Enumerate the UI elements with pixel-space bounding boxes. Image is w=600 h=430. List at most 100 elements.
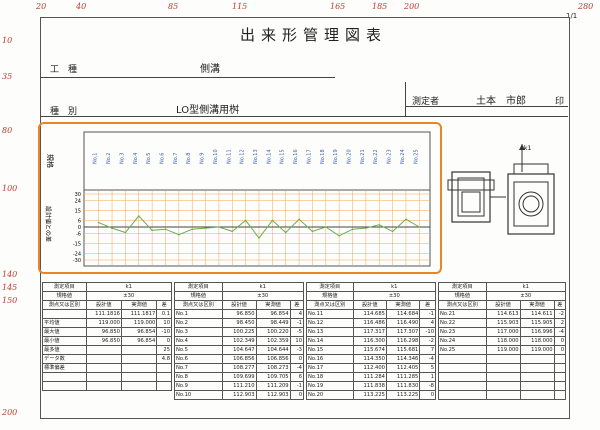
data-point [218, 226, 220, 228]
table-row: 平均値 119.000 119.000 10 [42, 318, 172, 328]
ruler-mark: 200 [404, 2, 420, 11]
ruler-mark: 140 [2, 270, 18, 279]
data-point [405, 218, 407, 221]
table-row: No.13 117.317 117.307 -10 [306, 327, 436, 337]
table-row: No.25 119.000 119.000 0 [438, 345, 567, 355]
ruler-mark: 35 [2, 72, 13, 81]
data-point [325, 226, 327, 228]
x-tick-label: No.15 [280, 149, 286, 164]
data-point [191, 228, 193, 230]
table-row: No.7 108.277 108.273 -4 [174, 363, 305, 373]
data-point [418, 226, 421, 228]
x-tick-label: No.6 [159, 153, 165, 164]
ruler-mark: 85 [168, 2, 179, 11]
table-row [438, 381, 567, 391]
x-tick-label: No.17 [306, 149, 312, 164]
data-point [391, 230, 394, 233]
x-tick-label: No.19 [333, 149, 339, 164]
x-tick-label: No.11 [226, 149, 232, 164]
data-point [97, 221, 100, 224]
ruler-mark: 115 [232, 2, 248, 11]
x-tick-label: No.5 [146, 153, 152, 164]
data-point [124, 231, 127, 234]
y-tick-label: 15 [75, 209, 81, 215]
table-row: No.19 111.838 111.830 -8 [306, 381, 436, 391]
table-row: No.9 111.210 111.209 -1 [174, 381, 305, 391]
table-row: No.6 106.856 106.856 0 [174, 354, 305, 364]
table-row: No.5 104.647 104.644 -3 [174, 345, 305, 355]
table-row: No.10 112.903 112.903 0 [174, 390, 305, 400]
data-point [164, 228, 167, 230]
x-tick-label: No.10 [213, 149, 219, 164]
table-row: 最小値 96.850 96.854 0 [42, 336, 172, 346]
ruler-mark: 185 [372, 2, 388, 11]
table-row: データ数 4.8 [42, 354, 172, 364]
table-row: No.8 109.699 109.705 6 [174, 372, 305, 382]
measurement-table: 測定項目 k1 規格値 ±30 測点又は区別 設計値 実測値差 No.1 96.850 96.85… [174, 282, 305, 400]
table-row: 最多値 25 [42, 345, 172, 355]
y-tick-label: -6 [76, 232, 81, 238]
x-tick-label: No.18 [320, 149, 326, 164]
y-tick-label: 6 [78, 218, 81, 224]
ruler-mark: 20 [36, 2, 47, 11]
table-row: 111.1816 111.1817 0.1 [42, 309, 172, 319]
table-row: No.16 114.350 114.346 -4 [306, 354, 436, 364]
diagram-label: k1 [524, 145, 531, 152]
table-row [438, 354, 567, 364]
ruler-mark: 40 [76, 2, 87, 11]
ruler-mark: 100 [2, 184, 18, 193]
data-point [351, 228, 354, 230]
table-row: No.4 102.349 102.359 10 [174, 336, 305, 346]
x-tick-label: No.3 [119, 153, 125, 164]
ruler-mark: 165 [330, 2, 346, 11]
table-row [438, 363, 567, 373]
x-tick-label: No.25 [413, 149, 419, 164]
measurer-name: 土本 市郎 [476, 96, 526, 107]
data-point [231, 230, 234, 233]
ruler-mark: 80 [2, 126, 13, 135]
shubetsu-value: LO型側溝用桝 [176, 105, 240, 116]
x-tick-label: No.1 [93, 153, 99, 164]
data-point [151, 229, 153, 232]
x-tick-label: No.4 [133, 153, 139, 164]
table-row: No.20 113.225 113.225 0 [306, 390, 436, 400]
measurement-table: 測定項目 k1 規格値 ±30 測点又は区別 設計値 実測値差 111.1816 111.181… [42, 282, 173, 391]
table-row: No.22 115.903 115.905 2 [438, 318, 567, 328]
table-row: No.1 96.850 96.854 4 [174, 309, 305, 319]
control-chart: 規格設計値との差 No.1 No.2 No.3 No.4 No.5 No.6 No.7 No.8… [44, 131, 431, 267]
page-title: 出来形管理図表 [240, 26, 388, 44]
ylabel-bottom: 設計値との差 [44, 206, 52, 242]
table-row: No.17 112.400 112.405 5 [306, 363, 436, 373]
table-row: No.24 118.000 118.000 0 [438, 336, 567, 346]
x-tick-label: No.12 [240, 149, 246, 164]
x-tick-label: No.8 [186, 153, 192, 164]
ylabel-top: 規格 [46, 154, 55, 168]
masu-structure-diagram: k1 [447, 144, 555, 235]
table-row: No.14 116.300 116.298 -2 [306, 336, 436, 346]
x-tick-label: No.14 [266, 149, 272, 164]
y-tick-label: 0 [78, 225, 81, 231]
y-tick-label: -24 [73, 251, 81, 257]
x-tick-label: No.21 [360, 149, 366, 164]
x-tick-label: No.24 [400, 149, 406, 164]
ruler-top: 20 40 85 115 165 185 200 280 [0, 0, 600, 14]
x-tick-label: No.22 [373, 149, 379, 164]
x-tick-label: No.9 [200, 153, 206, 164]
ruler-mark: 200 [2, 408, 18, 417]
table-row: No.21 114.613 114.611 -2 [438, 309, 567, 319]
y-tick-label: 30 [75, 192, 81, 198]
y-tick-label: -30 [73, 258, 81, 264]
measurement-table: 測定項目 k1 規格値 ±30 測点又は区別 設計値 実測値差 No.11 114.685 114… [306, 282, 437, 400]
table-row: No.2 98.450 98.449 -1 [174, 318, 305, 328]
measurement-table: 測定項目 k1 規格値 ±30 測点又は区別 設計値 実測値差 No.21 114.613 114… [438, 282, 567, 400]
data-point [378, 224, 381, 226]
data-point [311, 230, 314, 233]
kouji-label: 工 種 [50, 65, 78, 75]
ruler-left: 10 35 80 100 140 145 150 200 [0, 0, 18, 430]
table-row: No.18 111.284 111.285 1 [306, 372, 436, 382]
data-point [271, 219, 274, 222]
data-point [111, 227, 113, 229]
data-point [258, 237, 260, 239]
ruler-mark: 145 [2, 283, 18, 292]
x-tick-label: No.20 [347, 149, 353, 164]
